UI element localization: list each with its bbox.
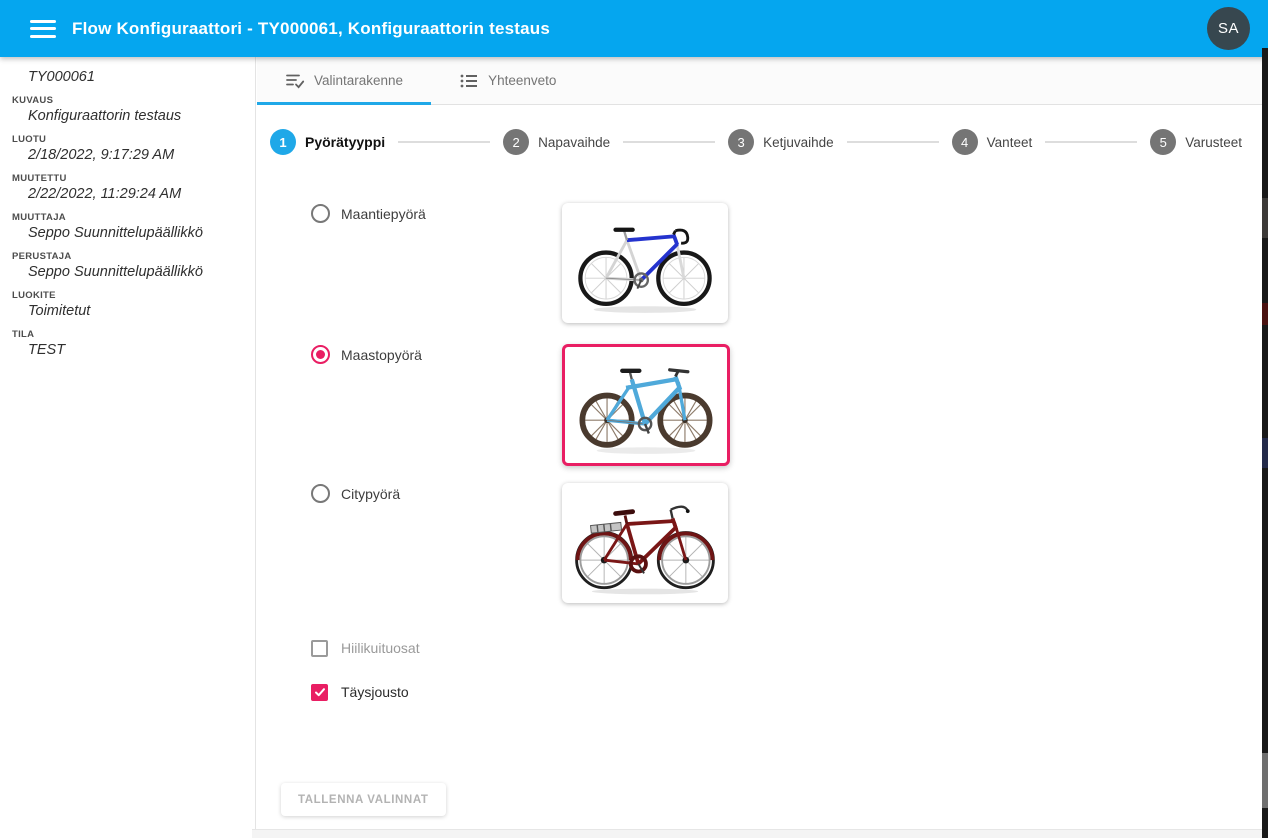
checkbox-hiilikuituosat[interactable] [311,640,328,657]
horizontal-scrollbar-track[interactable] [252,829,1268,838]
tab-valintarakenne[interactable]: Valintarakenne [257,57,431,104]
mountain-bike-card[interactable] [562,344,730,466]
step-circle[interactable]: 2 [503,129,529,155]
step-circle[interactable]: 4 [952,129,978,155]
radio-maantiepyora[interactable] [311,204,330,223]
step-ketjuvaihde[interactable]: 3 Ketjuvaihde [728,129,834,155]
road-bike-image [565,206,725,320]
list-icon [459,71,479,91]
radio-maastopyora[interactable] [311,345,330,364]
checklist-icon [285,71,305,91]
tab-bar: Valintarakenne Yhteenveto [257,57,1268,105]
bike-type-options: Maantiepyörä [257,155,1268,603]
field-label-muutettu: MUUTETTU [12,173,241,184]
mountain-bike-image [566,348,726,462]
step-varusteet[interactable]: 5 Varusteet [1150,129,1242,155]
checkmark-icon [314,686,326,698]
checkbox-label: Täysjousto [341,684,409,700]
field-value-luokite: Toimitetut [28,303,241,319]
city-bike-image [565,486,725,600]
wizard-stepper: 1 Pyörätyyppi 2 Napavaihde 3 Ketjuvaihde… [257,105,1268,155]
check-row-taysjousto: Täysjousto [311,683,1268,701]
step-circle[interactable]: 5 [1150,129,1176,155]
tab-yhteenveto[interactable]: Yhteenveto [431,57,584,104]
metadata-sidebar: TY000061 KUVAUS Konfiguraattorin testaus… [0,57,256,838]
radio-row: Citypyörä [311,483,562,503]
app-header: Flow Konfiguraattori - TY000061, Konfigu… [0,0,1268,57]
radio-label: Maantiepyörä [341,206,426,222]
field-value-muuttaja: Seppo Suunnittelupäällikkö [28,225,241,241]
field-label-tila: TILA [12,329,241,340]
step-connector [623,141,715,143]
radio-row: Maantiepyörä [311,203,562,223]
app-title: Flow Konfiguraattori - TY000061, Konfigu… [72,19,550,39]
city-bike-card[interactable] [562,483,728,603]
radio-citypyora[interactable] [311,484,330,503]
field-label-muuttaja: MUUTTAJA [12,212,241,223]
option-row-maastopyora: Maastopyörä [311,344,1268,466]
step-circle[interactable]: 1 [270,129,296,155]
screen-edge-artifact [1262,48,1268,838]
step-label: Ketjuvaihde [763,135,834,150]
radio-label: Maastopyörä [341,347,422,363]
record-id: TY000061 [28,69,241,85]
main-content: Valintarakenne Yhteenveto 1 Pyörätyyppi [257,57,1268,838]
step-label: Varusteet [1185,135,1242,150]
step-connector [398,141,490,143]
step-pyoratyyppi[interactable]: 1 Pyörätyyppi [270,129,385,155]
step-label: Vanteet [987,135,1033,150]
avatar[interactable]: SA [1207,7,1250,50]
step-label: Napavaihde [538,135,610,150]
check-row-hiilikuituosat: Hiilikuituosat [311,639,1268,657]
tab-label: Yhteenveto [488,73,556,88]
step-connector [1045,141,1137,143]
radio-row: Maastopyörä [311,344,562,364]
road-bike-card[interactable] [562,203,728,323]
field-value-luotu: 2/18/2022, 9:17:29 AM [28,147,241,163]
field-value-kuvaus: Konfiguraattorin testaus [28,108,241,124]
tab-label: Valintarakenne [314,73,403,88]
checkbox-label: Hiilikuituosat [341,640,420,656]
step-label: Pyörätyyppi [305,134,385,150]
option-row-maantiepyora: Maantiepyörä [311,203,1268,323]
app-window: Flow Konfiguraattori - TY000061, Konfigu… [0,0,1268,838]
checkbox-taysjousto[interactable] [311,684,328,701]
field-label-perustaja: PERUSTAJA [12,251,241,262]
step-circle[interactable]: 3 [728,129,754,155]
step-vanteet[interactable]: 4 Vanteet [952,129,1033,155]
option-row-citypyora: Citypyörä [311,483,1268,603]
field-label-luokite: LUOKITE [12,290,241,301]
field-value-muutettu: 2/22/2022, 11:29:24 AM [28,186,241,202]
hamburger-menu-icon[interactable] [30,20,56,38]
field-value-perustaja: Seppo Suunnittelupäällikkö [28,264,241,280]
field-label-luotu: LUOTU [12,134,241,145]
step-connector [847,141,939,143]
field-label-kuvaus: KUVAUS [12,95,241,106]
step-napavaihde[interactable]: 2 Napavaihde [503,129,610,155]
save-selections-button[interactable]: TALLENNA VALINNAT [281,783,446,816]
radio-label: Citypyörä [341,486,400,502]
field-value-tila: TEST [28,342,241,358]
extra-options: Hiilikuituosat Täysjousto [257,603,1268,701]
